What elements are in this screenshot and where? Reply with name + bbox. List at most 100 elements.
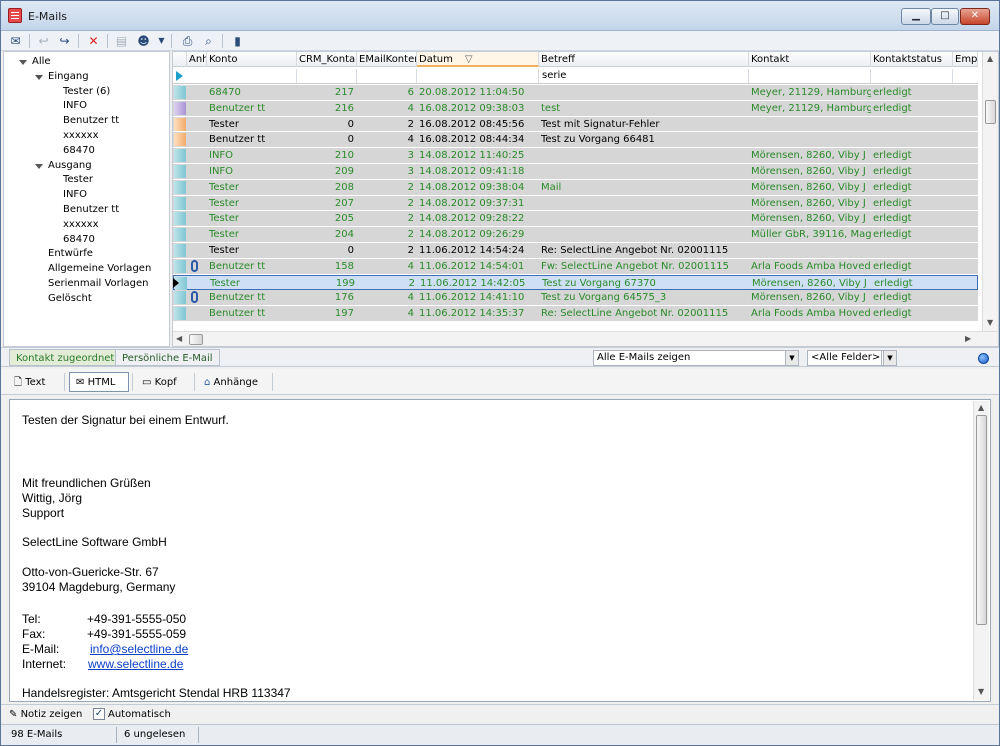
grid-vertical-scrollbar[interactable]: ▲ ▼ xyxy=(982,52,998,331)
table-row[interactable]: Benutzer tt 216 4 16.08.2012 09:38:03 test Me… xyxy=(173,100,978,117)
auto-checkbox[interactable]: ✓ xyxy=(93,708,105,720)
mail-app-icon xyxy=(8,8,22,23)
print-icon[interactable]: ⎙ xyxy=(179,33,196,49)
preview-vscroll-thumb[interactable] xyxy=(976,415,987,625)
tab-html[interactable]: ✉ HTML xyxy=(69,372,129,392)
print-preview-icon[interactable]: ▤ xyxy=(113,33,130,49)
envelope-icon[interactable]: ✉ xyxy=(7,33,24,49)
filter-row-marker-icon xyxy=(176,71,183,81)
address-book-icon[interactable]: ▮ xyxy=(229,33,246,49)
filter-crm[interactable] xyxy=(297,69,357,83)
contact-dropdown-arrow-icon[interactable]: ▼ xyxy=(153,33,170,49)
tree-item[interactable]: Alle xyxy=(19,55,51,69)
search-icon[interactable]: ⌕ xyxy=(200,33,217,49)
tree-item[interactable]: Serienmail Vorlagen xyxy=(48,277,149,291)
reply-icon[interactable]: ↩ xyxy=(35,33,52,49)
cell-konto: Tester xyxy=(209,181,239,193)
tree-item[interactable]: Benutzer tt xyxy=(63,114,119,128)
tree-item[interactable]: Entwürfe xyxy=(48,247,93,261)
filter-datum[interactable] xyxy=(417,69,539,83)
html-view-icon: ✉ xyxy=(76,377,85,388)
chevron-down-icon[interactable]: ▼ xyxy=(785,351,798,365)
field-dropdown-button[interactable]: ▼ xyxy=(881,350,897,366)
tree-item[interactable]: Tester (6) xyxy=(63,85,110,99)
scroll-left-icon[interactable]: ◀ xyxy=(176,334,182,343)
col-header-datum[interactable]: Datum ▽ xyxy=(417,52,539,67)
table-row[interactable]: Benutzer tt 197 4 11.06.2012 14:35:37 Re: Se… xyxy=(173,306,978,322)
col-header-betreff[interactable]: Betreff xyxy=(539,52,749,67)
tab-text[interactable]: 🗋 Text xyxy=(7,372,61,392)
cell-status xyxy=(871,243,953,258)
tree-item-label: INFO xyxy=(63,189,88,201)
filter-konto[interactable] xyxy=(207,69,297,83)
tree-item[interactable]: Eingang xyxy=(35,70,89,84)
table-row[interactable]: Tester 0 2 11.06.2012 14:54:24 Re: SelectLin… xyxy=(173,243,978,259)
delete-icon[interactable]: ✕ xyxy=(85,33,102,49)
col-header-konto[interactable]: Konto xyxy=(207,52,297,67)
tree-item[interactable]: xxxxxx xyxy=(63,218,99,232)
table-row[interactable]: 68470 217 6 20.08.2012 11:04:50 Meyer, 21129… xyxy=(173,85,978,101)
filter-kontakt[interactable] xyxy=(749,69,871,83)
filter-kontaktstatus[interactable] xyxy=(871,69,953,83)
table-row[interactable]: INFO 209 3 14.08.2012 09:41:18 Mörensen, 826… xyxy=(173,164,978,180)
chevron-down-icon[interactable]: ▼ xyxy=(883,351,896,365)
scroll-down-icon[interactable]: ▼ xyxy=(978,687,984,696)
grid-vscroll-thumb[interactable] xyxy=(985,100,996,124)
tab-persoenliche-email[interactable]: Persönliche E-Mail xyxy=(115,349,220,366)
table-row[interactable]: Benutzer tt 158 4 11.06.2012 14:54:01 Fw: Se… xyxy=(173,258,978,275)
globe-icon[interactable] xyxy=(978,353,989,364)
col-header-kontakt[interactable]: Kontakt xyxy=(749,52,871,67)
tree-item[interactable]: INFO xyxy=(63,99,87,113)
forward-icon[interactable]: ↪ xyxy=(56,33,73,49)
expand-arrow-icon[interactable] xyxy=(19,60,27,65)
col-header-emailkonten[interactable]: EMailKonten xyxy=(357,52,417,67)
cell-datum: 14.08.2012 09:37:31 xyxy=(419,197,525,209)
preview-email-link[interactable]: info@selectline.de xyxy=(90,642,188,656)
grid-hscroll-thumb[interactable] xyxy=(189,334,203,345)
notes-toggle[interactable]: ✎ Notiz zeigen xyxy=(9,708,82,722)
col-header-kontaktstatus[interactable]: Kontaktstatus xyxy=(871,52,953,67)
tab-kontakt-zugeordnet[interactable]: Kontakt zugeordnet xyxy=(9,349,122,366)
title-bar[interactable]: E-Mails ▁ □ ✕ xyxy=(1,1,999,31)
table-row[interactable]: Tester 208 2 14.08.2012 09:38:04 Mail Mörense… xyxy=(173,179,978,196)
tree-item[interactable]: 68470 xyxy=(63,233,95,247)
scroll-right-icon[interactable]: ▶ xyxy=(965,334,971,343)
email-filter-select[interactable]: Alle E-Mails zeigen ▼ xyxy=(593,350,799,366)
tree-item[interactable]: 68470 xyxy=(63,144,95,158)
table-row[interactable]: INFO 210 3 14.08.2012 11:40:25 Mörensen, 826… xyxy=(173,148,978,164)
tree-item[interactable]: Allgemeine Vorlagen xyxy=(48,262,151,276)
tab-kopf[interactable]: ▭ Kopf xyxy=(135,372,191,392)
table-row[interactable]: Tester 205 2 14.08.2012 09:28:22 Mörensen, 8… xyxy=(173,211,978,228)
minimize-button[interactable]: ▁ xyxy=(901,8,931,25)
filter-emailkonten[interactable] xyxy=(357,69,417,83)
filter-betreff[interactable]: serie xyxy=(539,69,749,83)
tree-item[interactable]: Ausgang xyxy=(35,159,92,173)
preview-vertical-scrollbar[interactable]: ▲ ▼ xyxy=(973,401,989,700)
table-row[interactable]: Tester 207 2 14.08.2012 09:37:31 Mörensen, 8… xyxy=(173,195,978,212)
tree-item[interactable]: INFO xyxy=(63,188,87,202)
tree-item[interactable]: Tester xyxy=(63,173,93,187)
table-row[interactable]: Benutzer tt 0 4 16.08.2012 08:44:34 Test zu … xyxy=(173,132,978,149)
table-row[interactable]: Tester 199 2 11.06.2012 14:42:05 Test zu Vor… xyxy=(173,274,978,291)
grid-horizontal-scrollbar[interactable]: ◀ ▶ xyxy=(173,331,998,346)
scroll-up-icon[interactable]: ▲ xyxy=(978,403,984,412)
email-preview[interactable]: Testen der Signatur bei einem Entwurf. M… xyxy=(9,399,991,702)
table-row[interactable]: Benutzer tt 176 4 11.06.2012 14:41:10 Test z… xyxy=(173,290,978,307)
col-header-anh[interactable]: Anh xyxy=(187,52,207,67)
scroll-down-icon[interactable]: ▼ xyxy=(987,318,993,327)
preview-internet-link[interactable]: www.selectline.de xyxy=(88,657,183,671)
scroll-up-icon[interactable]: ▲ xyxy=(987,54,993,63)
tree-item[interactable]: xxxxxx xyxy=(63,129,99,143)
maximize-button[interactable]: □ xyxy=(931,8,959,25)
col-header-crm[interactable]: CRM_Kontak xyxy=(297,52,357,67)
tree-item[interactable]: Gelöscht xyxy=(48,292,92,306)
col-header-empf[interactable]: Empf xyxy=(953,52,978,67)
contact-icon[interactable]: ☻ xyxy=(135,33,152,49)
tree-item[interactable]: Benutzer tt xyxy=(63,203,119,217)
close-button[interactable]: ✕ xyxy=(960,8,990,25)
table-row[interactable]: Tester 0 2 16.08.2012 08:45:56 Test mit Sign… xyxy=(173,116,978,133)
expand-arrow-icon[interactable] xyxy=(35,163,43,169)
tab-anhaenge[interactable]: ⌂ Anhänge xyxy=(197,372,269,392)
table-row[interactable]: Tester 204 2 14.08.2012 09:26:29 Müller GbR,… xyxy=(173,227,978,243)
expand-arrow-icon[interactable] xyxy=(35,74,43,80)
